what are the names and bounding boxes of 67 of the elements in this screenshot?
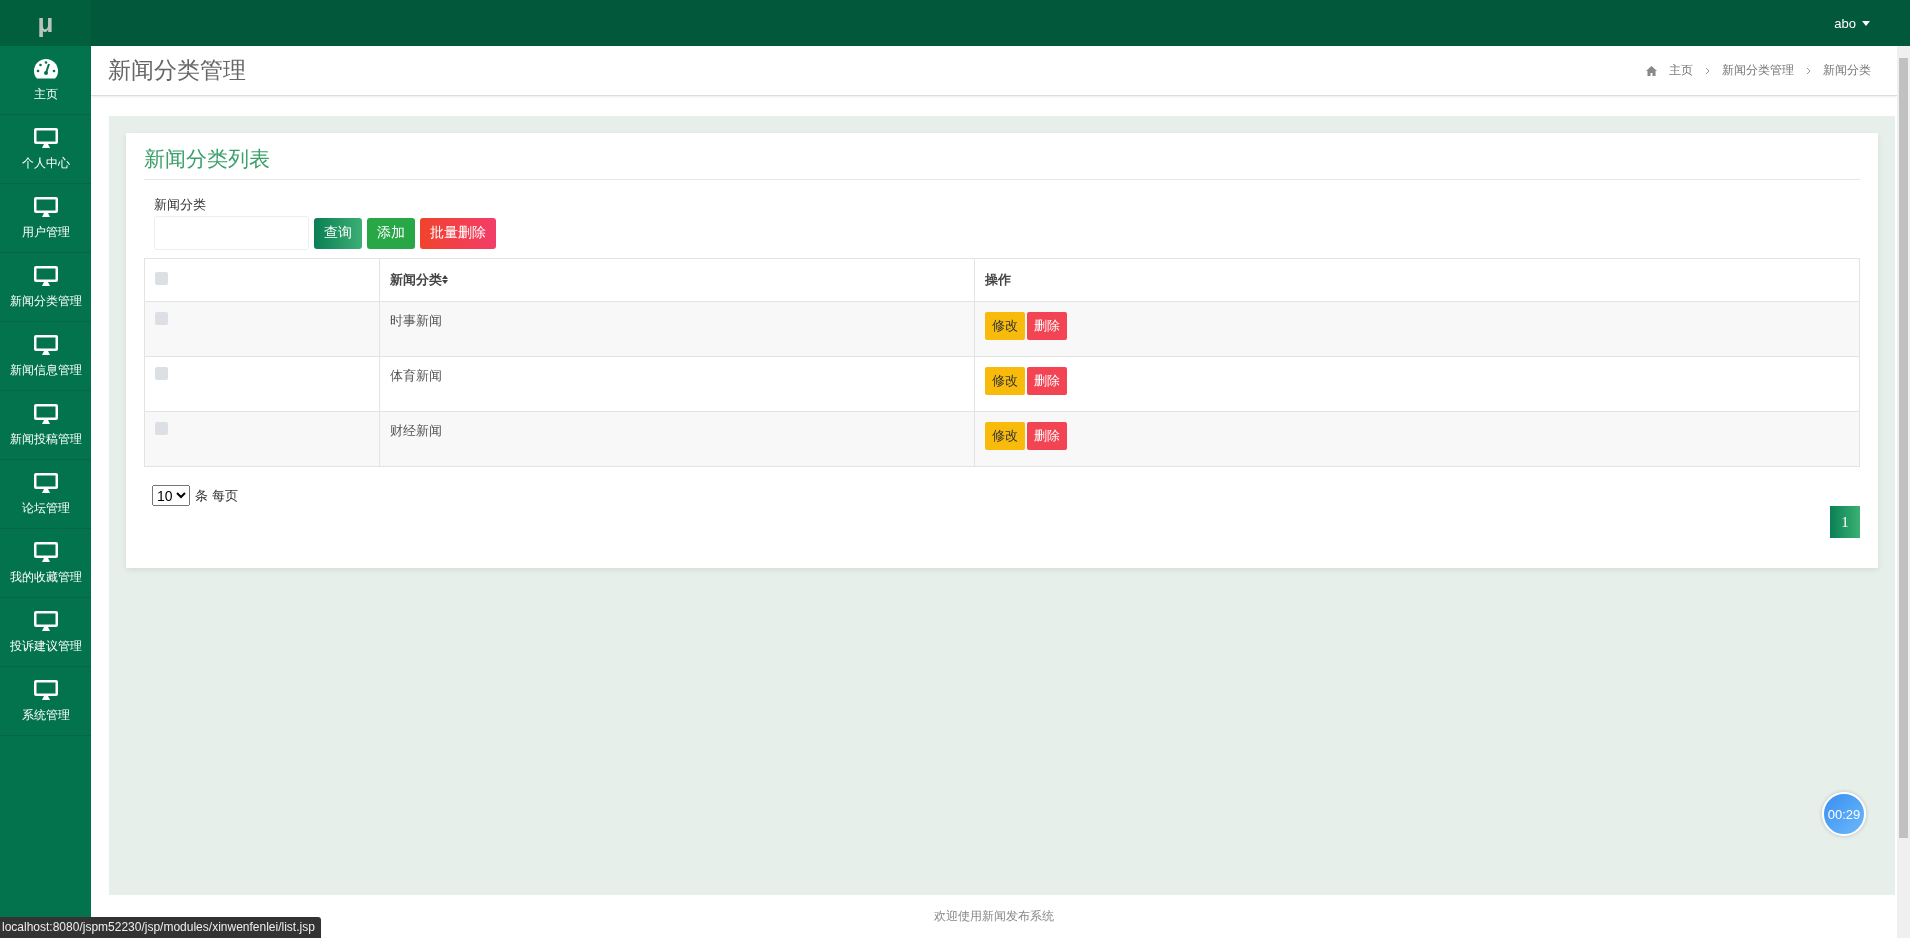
sidebar-label: 主页 xyxy=(33,85,58,103)
table-cell: 体育新闻 xyxy=(390,368,442,383)
page-size-select[interactable]: 10 xyxy=(152,485,190,506)
breadcrumb-link[interactable]: 新闻分类 xyxy=(1823,62,1871,79)
sidebar-label: 个人中心 xyxy=(21,154,70,172)
monitor-icon xyxy=(32,402,59,425)
checkbox[interactable] xyxy=(155,272,168,285)
sidebar-item[interactable]: 我的收藏管理 xyxy=(0,529,91,598)
sidebar-label: 用户管理 xyxy=(21,223,70,241)
table-cell: 财经新闻 xyxy=(390,423,442,438)
delete-button[interactable]: 删除 xyxy=(1027,367,1067,395)
table-cell: 时事新闻 xyxy=(390,313,442,328)
delete-button[interactable]: 删除 xyxy=(1027,422,1067,450)
monitor-icon xyxy=(32,540,59,563)
sidebar-item[interactable]: 投诉建议管理 xyxy=(0,598,91,667)
edit-button[interactable]: 修改 xyxy=(985,367,1025,395)
sidebar-item[interactable]: 论坛管理 xyxy=(0,460,91,529)
monitor-icon xyxy=(32,126,59,149)
checkbox[interactable] xyxy=(155,312,168,325)
edit-button[interactable]: 修改 xyxy=(985,422,1025,450)
sidebar-label: 论坛管理 xyxy=(21,499,70,517)
sidebar-label: 新闻分类管理 xyxy=(9,292,82,310)
scrollbar[interactable] xyxy=(1897,46,1910,938)
footer-text: 欢迎使用新闻发布系统 xyxy=(934,908,1054,925)
home-icon xyxy=(1646,65,1657,76)
sidebar-label: 新闻投稿管理 xyxy=(9,430,82,448)
breadcrumb-link[interactable]: 主页 xyxy=(1669,62,1693,79)
sidebar-item[interactable]: 新闻投稿管理 xyxy=(0,391,91,460)
monitor-icon xyxy=(32,195,59,218)
dashboard-icon xyxy=(32,57,59,80)
status-url: localhost:8080/jspm52230/jsp/modules/xinwenfenlei/list.jsp xyxy=(0,917,321,938)
sidebar-label: 投诉建议管理 xyxy=(9,637,82,655)
checkbox[interactable] xyxy=(155,367,168,380)
monitor-icon xyxy=(32,471,59,494)
search-button[interactable]: 查询 xyxy=(314,217,362,249)
breadcrumb-link[interactable]: 新闻分类管理 xyxy=(1722,62,1794,79)
sidebar-item[interactable]: 系统管理 xyxy=(0,667,91,736)
monitor-icon xyxy=(32,264,59,287)
batch-delete-button[interactable]: 批量删除 xyxy=(420,217,496,249)
sidebar-label: 系统管理 xyxy=(21,706,70,724)
sidebar-item[interactable]: 用户管理 xyxy=(0,184,91,253)
sort-icon[interactable] xyxy=(442,275,448,284)
field-label: 新闻分类 xyxy=(154,196,207,214)
logo: μ xyxy=(0,0,91,46)
add-button[interactable]: 添加 xyxy=(367,217,415,249)
column-header[interactable]: 新闻分类 xyxy=(390,272,442,287)
sidebar-item[interactable]: 新闻分类管理 xyxy=(0,253,91,322)
sidebar-label: 新闻信息管理 xyxy=(9,361,82,379)
delete-button[interactable]: 删除 xyxy=(1027,312,1067,340)
sidebar-label: 我的收藏管理 xyxy=(9,568,82,586)
chevron-icon xyxy=(1705,66,1710,75)
chevron-icon xyxy=(1806,66,1811,75)
page-title: 新闻分类管理 xyxy=(108,56,246,85)
monitor-icon xyxy=(32,609,59,632)
sidebar-item[interactable]: 主页 xyxy=(0,46,91,115)
sidebar-item[interactable]: 个人中心 xyxy=(0,115,91,184)
checkbox[interactable] xyxy=(155,422,168,435)
user-menu[interactable]: abo xyxy=(1834,15,1870,31)
card-title: 新闻分类列表 xyxy=(144,145,1860,180)
page-button[interactable]: 1 xyxy=(1830,506,1860,538)
sidebar-item[interactable]: 新闻信息管理 xyxy=(0,322,91,391)
edit-button[interactable]: 修改 xyxy=(985,312,1025,340)
page-size-label: 条 每页 xyxy=(195,486,238,505)
caret-icon xyxy=(1862,20,1870,26)
column-header: 操作 xyxy=(985,272,1011,287)
monitor-icon xyxy=(32,678,59,701)
monitor-icon xyxy=(32,333,59,356)
